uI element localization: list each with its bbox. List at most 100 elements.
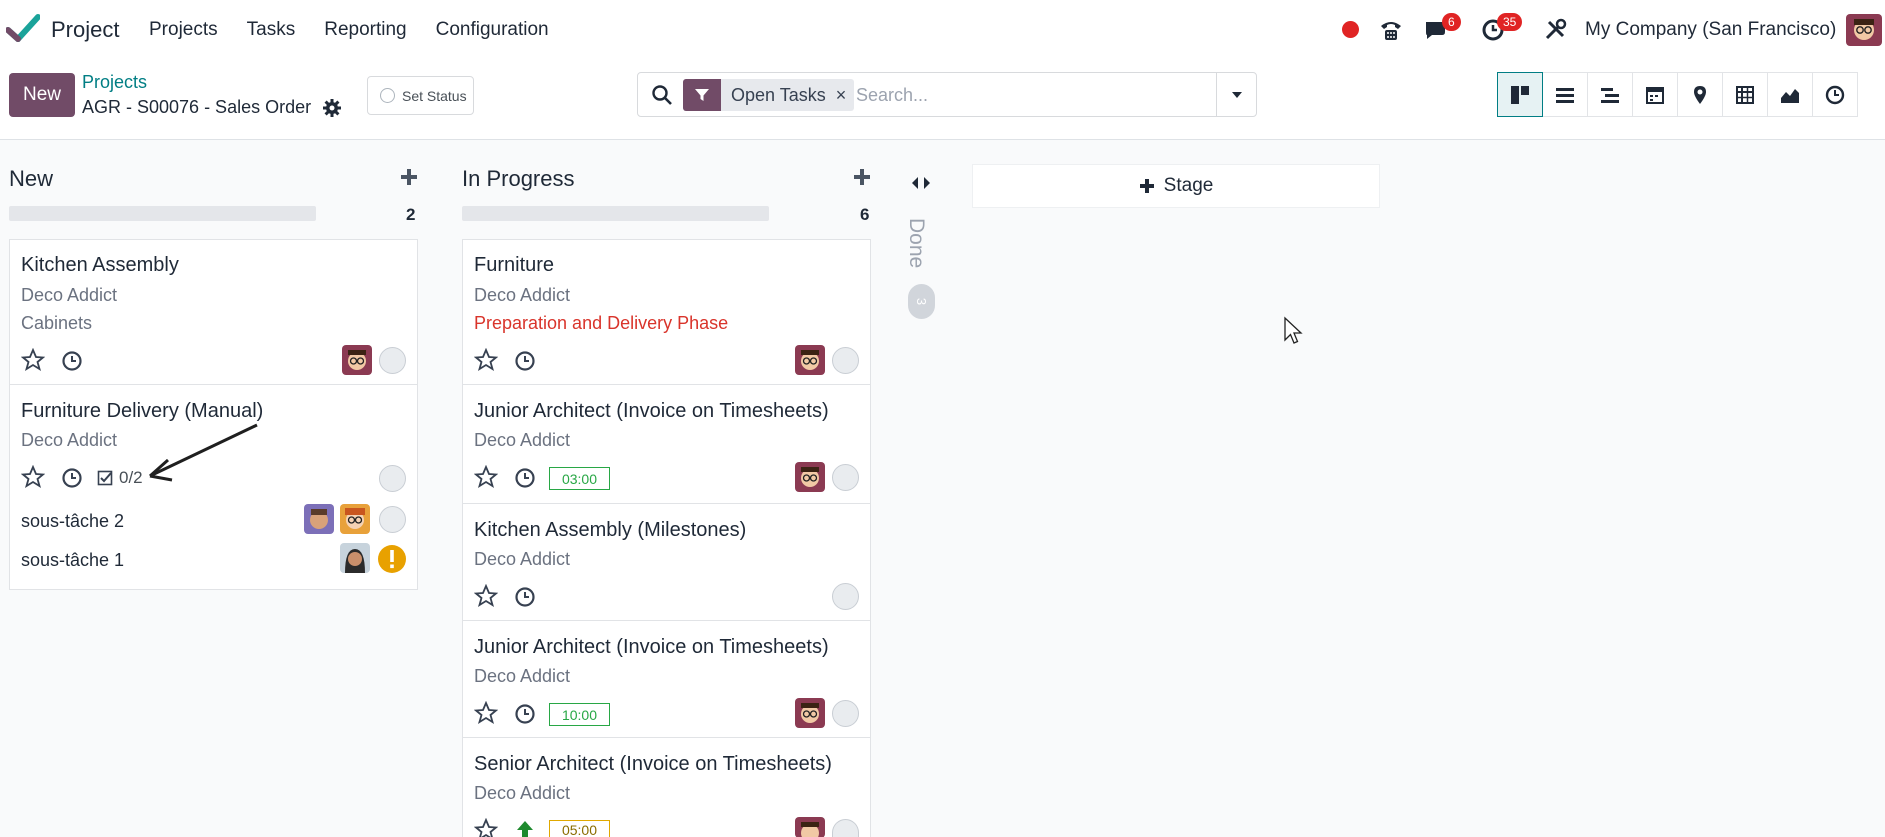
assignee-avatar[interactable] — [304, 504, 334, 534]
tools-icon[interactable] — [1543, 18, 1569, 42]
column-count-in-progress: 6 — [860, 205, 870, 224]
pivot-table-icon — [1736, 85, 1754, 104]
gantt-view-button[interactable] — [1587, 72, 1633, 117]
gear-icon[interactable] — [322, 98, 342, 118]
activity-clock-icon[interactable] — [514, 703, 536, 725]
task-card[interactable]: Kitchen Assembly (Milestones) Deco Addic… — [462, 503, 871, 621]
card-customer: Deco Addict — [474, 285, 571, 305]
calendar-view-button[interactable] — [1632, 72, 1678, 117]
star-icon[interactable] — [474, 584, 498, 608]
activity-view-button[interactable] — [1812, 72, 1858, 117]
star-icon[interactable] — [474, 465, 498, 489]
priority-up-arrow-icon[interactable] — [514, 820, 536, 837]
star-icon[interactable] — [474, 818, 498, 837]
subtask-toggle[interactable]: 0/2 — [97, 468, 143, 488]
top-navbar: Project Projects Tasks Reporting Configu… — [0, 0, 1885, 60]
card-tag: Cabinets — [21, 313, 93, 333]
card-title: Furniture — [474, 254, 555, 276]
task-card[interactable]: Kitchen Assembly Deco Addict Cabinets — [9, 239, 418, 385]
task-card[interactable]: Junior Architect (Invoice on Timesheets)… — [462, 384, 871, 504]
task-card[interactable]: Furniture Deco Addict Preparation and De… — [462, 239, 871, 385]
task-card[interactable]: Furniture Delivery (Manual) Deco Addict … — [9, 384, 418, 590]
activity-clock-icon[interactable] — [514, 350, 536, 372]
menu-tasks[interactable]: Tasks — [247, 19, 296, 41]
kanban-state-circle[interactable] — [379, 465, 406, 492]
kanban-state-circle[interactable] — [832, 464, 859, 491]
kanban-state-circle[interactable] — [832, 700, 859, 727]
add-stage-label: Stage — [1163, 175, 1214, 196]
recording-indicator[interactable] — [1342, 21, 1359, 38]
search-options-toggle[interactable] — [1216, 73, 1256, 116]
user-avatar[interactable] — [1846, 14, 1882, 46]
menu-reporting[interactable]: Reporting — [324, 19, 406, 41]
menu-projects[interactable]: Projects — [149, 19, 218, 41]
clock-icon — [1825, 85, 1845, 104]
search-input[interactable] — [856, 79, 1206, 111]
star-icon[interactable] — [21, 348, 45, 372]
menu-configuration[interactable]: Configuration — [436, 19, 549, 41]
graph-view-button[interactable] — [1767, 72, 1813, 117]
assignee-avatar[interactable] — [340, 504, 370, 534]
activity-clock-icon[interactable] — [514, 467, 536, 489]
card-customer: Deco Addict — [474, 666, 571, 686]
activity-clock-icon[interactable] — [61, 467, 83, 489]
subtask-item[interactable]: sous-tâche 1 — [21, 550, 124, 571]
assignee-avatar[interactable] — [340, 543, 370, 573]
quick-create-new-plus-icon[interactable] — [400, 168, 418, 186]
kanban-state-circle[interactable] — [832, 347, 859, 374]
column-progress-bar-in-progress[interactable] — [462, 206, 769, 221]
card-milestone: Preparation and Delivery Phase — [474, 313, 729, 333]
caret-down-icon — [1231, 91, 1242, 98]
assignee-avatar[interactable] — [342, 345, 372, 375]
new-task-button[interactable]: New — [9, 73, 75, 117]
kanban-state-circle[interactable] — [379, 347, 406, 374]
column-title-in-progress[interactable]: In Progress — [462, 166, 575, 192]
assignee-avatar[interactable] — [795, 345, 825, 375]
folded-column-done[interactable]: Done — [904, 218, 928, 268]
assignee-avatar[interactable] — [795, 698, 825, 728]
add-stage-button[interactable]: Stage — [972, 164, 1380, 208]
pivot-view-button[interactable] — [1722, 72, 1768, 117]
task-card[interactable]: Senior Architect (Invoice on Timesheets)… — [462, 737, 871, 837]
app-name[interactable]: Project — [51, 17, 119, 43]
column-progress-bar-new[interactable] — [9, 206, 316, 221]
card-customer: Deco Addict — [21, 285, 118, 305]
list-view-button[interactable] — [1542, 72, 1588, 117]
kanban-state-circle[interactable] — [832, 819, 859, 837]
assignee-avatar[interactable] — [795, 462, 825, 492]
allocated-time-badge: 10:00 — [549, 703, 610, 726]
warning-exclamation-icon[interactable] — [377, 544, 407, 574]
mouse-cursor-icon — [1284, 316, 1303, 344]
kanban-state-circle[interactable] — [379, 506, 406, 533]
set-status-label: Set Status — [402, 87, 467, 104]
kanban-view-button[interactable] — [1497, 72, 1543, 117]
assignee-avatar[interactable] — [795, 817, 825, 837]
subtask-item[interactable]: sous-tâche 2 — [21, 511, 124, 532]
activity-clock-icon[interactable] — [514, 586, 536, 608]
checkbox-icon — [97, 470, 113, 485]
set-status-button[interactable]: Set Status — [367, 76, 474, 115]
breadcrumb-projects[interactable]: Projects — [82, 72, 147, 93]
task-card[interactable]: Junior Architect (Invoice on Timesheets)… — [462, 620, 871, 738]
card-title: Senior Architect (Invoice on Timesheets) — [474, 753, 832, 775]
breadcrumb-current: AGR - S00076 - Sales Order — [82, 97, 312, 117]
allocated-time-badge: 03:00 — [549, 467, 610, 490]
plus-icon — [1139, 179, 1154, 193]
kanban-state-circle[interactable] — [832, 583, 859, 610]
fold-expand-icon[interactable] — [911, 176, 931, 190]
filter-facet: Open Tasks × — [683, 79, 855, 111]
star-icon[interactable] — [474, 348, 498, 372]
quick-create-in-progress-plus-icon[interactable] — [853, 168, 871, 186]
card-customer: Deco Addict — [474, 783, 571, 803]
star-icon[interactable] — [21, 465, 45, 489]
facet-remove-icon[interactable]: × — [836, 79, 855, 111]
card-customer: Deco Addict — [21, 430, 118, 450]
column-title-new[interactable]: New — [9, 166, 53, 192]
map-view-button[interactable] — [1677, 72, 1723, 117]
phone-icon[interactable] — [1378, 18, 1404, 42]
activity-clock-icon[interactable] — [61, 350, 83, 372]
company-switcher[interactable]: My Company (San Francisco) — [1585, 19, 1836, 41]
project-app-logo-icon[interactable] — [6, 14, 40, 42]
star-icon[interactable] — [474, 701, 498, 725]
search-icon[interactable] — [651, 84, 673, 106]
